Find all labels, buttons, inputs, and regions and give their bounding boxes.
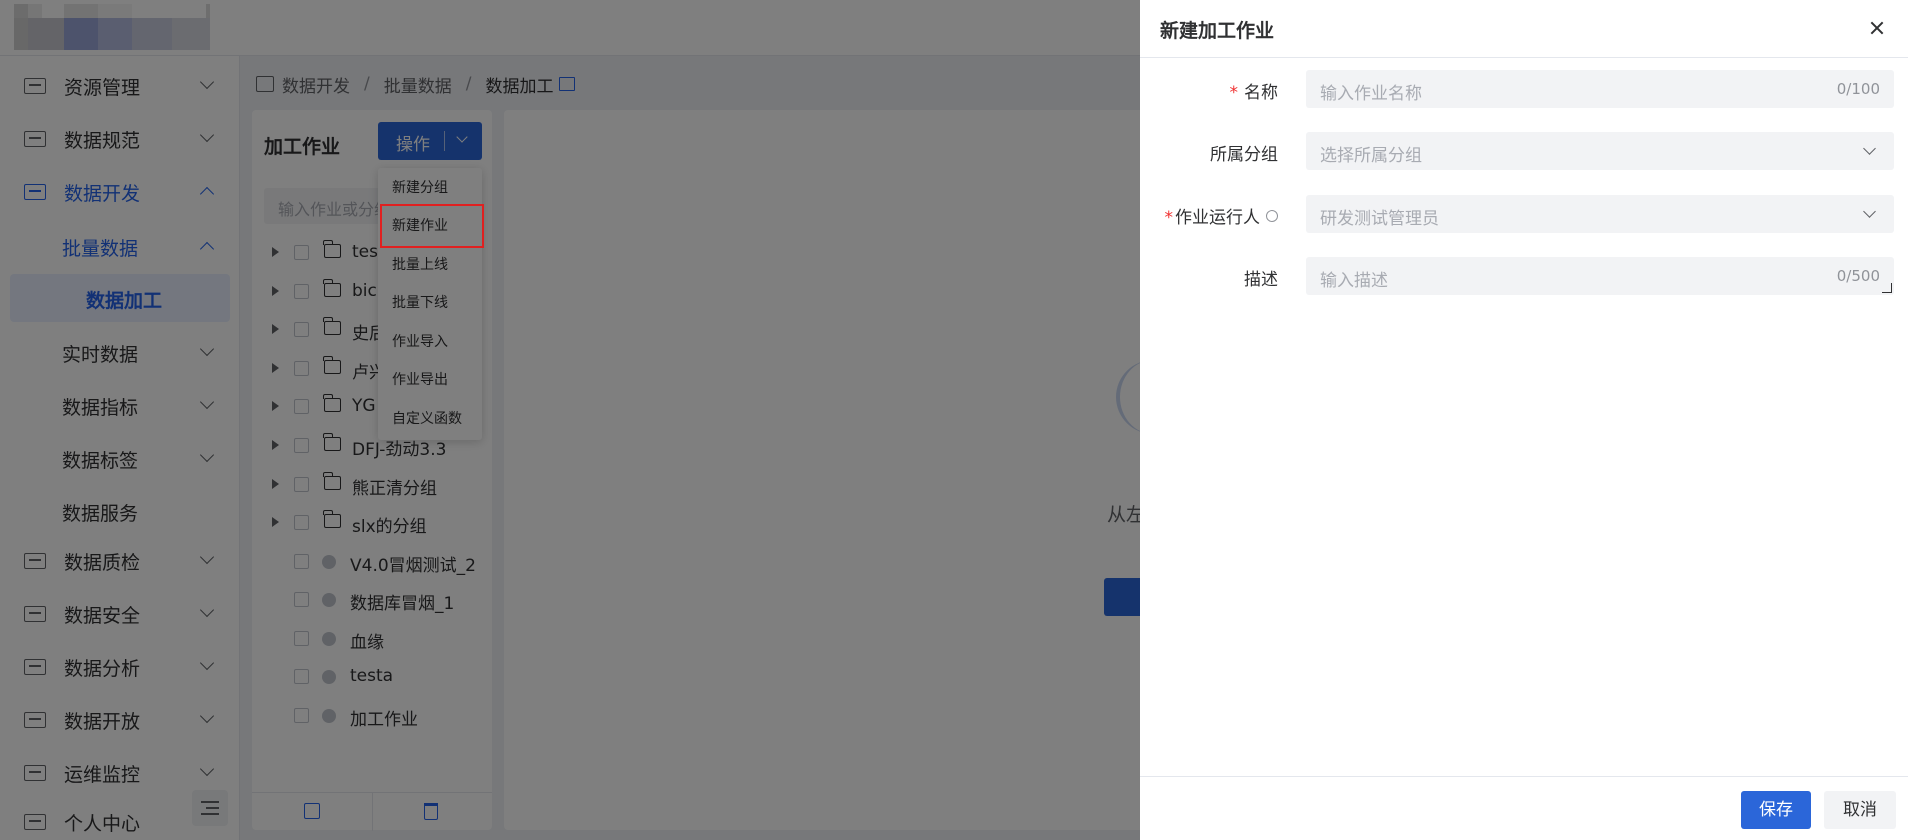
- runner-value: 研发测试管理员: [1320, 209, 1439, 229]
- name-input[interactable]: 输入作业名称 0/100: [1306, 70, 1894, 108]
- runner-label-text: 作业运行人: [1175, 208, 1260, 228]
- form-row-runner: * 作业运行人 研发测试管理员: [1140, 195, 1908, 235]
- save-button[interactable]: 保存: [1741, 791, 1811, 829]
- group-placeholder: 选择所属分组: [1320, 146, 1422, 166]
- form-row-desc: 描述 输入描述 0/500: [1140, 257, 1908, 297]
- runner-select[interactable]: 研发测试管理员: [1306, 195, 1894, 233]
- info-icon[interactable]: [1266, 210, 1278, 222]
- required-mark: *: [1229, 83, 1239, 103]
- runner-label: * 作业运行人: [1164, 203, 1278, 228]
- highlight-box: [380, 204, 484, 248]
- required-mark: *: [1164, 208, 1174, 228]
- drawer-title: 新建加工作业: [1160, 20, 1275, 42]
- group-select[interactable]: 选择所属分组: [1306, 132, 1894, 170]
- cancel-button[interactable]: 取消: [1824, 791, 1896, 829]
- form-row-group: 所属分组 选择所属分组: [1140, 132, 1908, 172]
- group-label: 所属分组: [1210, 145, 1278, 165]
- chevron-down-icon: [1863, 205, 1876, 218]
- close-icon[interactable]: [1866, 18, 1888, 40]
- desc-label: 描述: [1244, 270, 1278, 290]
- drawer-header: 新建加工作业: [1140, 0, 1908, 58]
- name-label-text: 名称: [1244, 83, 1278, 103]
- desc-char-count: 0/500: [1836, 267, 1880, 285]
- drawer-footer: 保存 取消: [1140, 776, 1908, 840]
- new-job-drawer: 新建加工作业 * 名称 输入作业名称 0/100 所属分组 选择所属分组 * 作业运…: [1140, 0, 1908, 840]
- name-label: * 名称: [1230, 78, 1279, 103]
- name-placeholder: 输入作业名称: [1320, 84, 1422, 104]
- desc-textarea[interactable]: 输入描述 0/500: [1306, 257, 1894, 295]
- resize-handle-icon[interactable]: [1882, 283, 1892, 293]
- chevron-down-icon: [1863, 142, 1876, 155]
- name-char-count: 0/100: [1836, 80, 1880, 98]
- desc-placeholder: 输入描述: [1320, 271, 1388, 291]
- form-row-name: * 名称 输入作业名称 0/100: [1140, 70, 1908, 110]
